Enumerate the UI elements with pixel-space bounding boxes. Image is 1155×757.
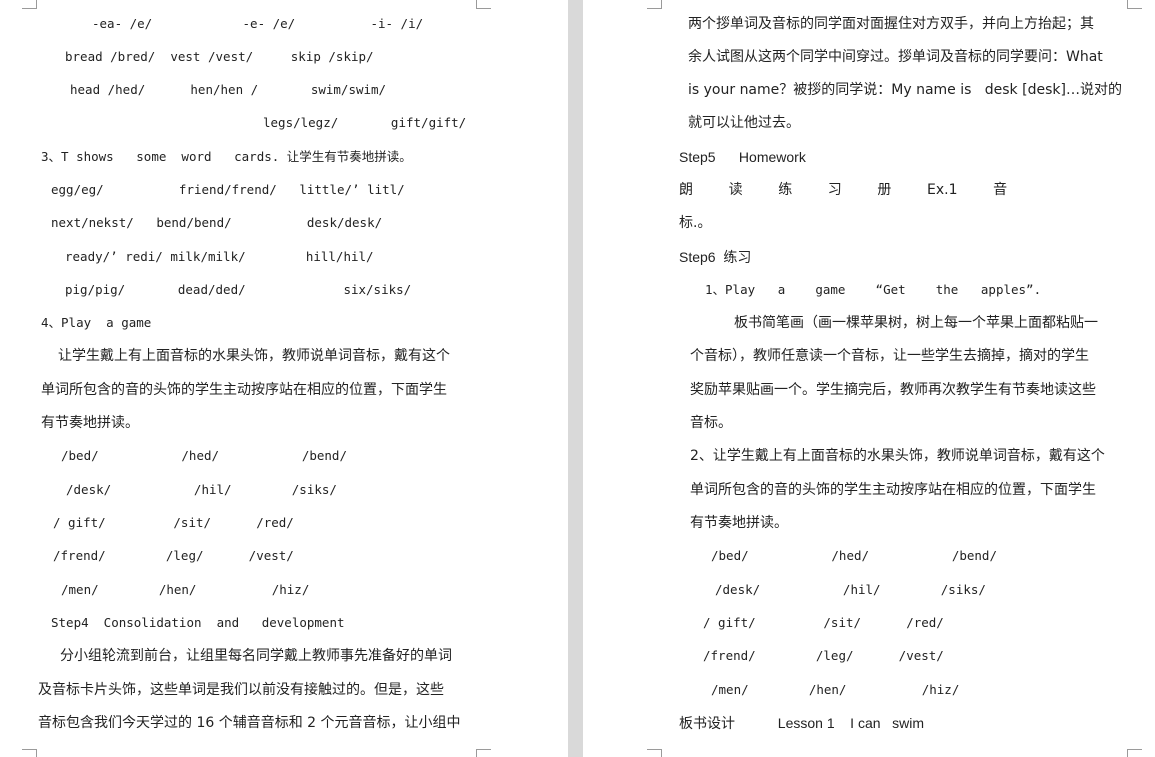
margin-corner-mark	[647, 749, 662, 757]
text-line: 朗 读 练 习 册 Ex.1 音	[679, 182, 1008, 198]
text-line: /frend/ /leg/ /vest/	[53, 548, 294, 563]
text-line: head /hed/ hen/hen / swim/swim/	[70, 82, 387, 97]
margin-corner-mark	[476, 0, 491, 9]
text-line: legs/legz/ gift/gift/	[263, 115, 467, 130]
text-line: 分小组轮流到前台，让组里每名同学戴上教师事先准备好的单词	[60, 648, 452, 664]
text-line: / gift/ /sit/ /red/	[53, 515, 294, 530]
text-line: next/nekst/ bend/bend/ desk/desk/	[51, 215, 383, 230]
text-line: 有节奏地拼读。	[41, 415, 139, 431]
text-line: 让学生戴上有上面音标的水果头饰，教师说单词音标，戴有这个	[58, 348, 450, 364]
text-line: is your name？被拶的同学说：My name is desk [des…	[688, 82, 1122, 98]
section-heading: 4、Play a game	[41, 315, 152, 330]
margin-corner-mark	[1127, 749, 1142, 757]
text-line: /bed/ /hed/ /bend/	[711, 548, 997, 563]
text-line: /bed/ /hed/ /bend/	[61, 448, 347, 463]
text-line: /men/ /hen/ /hiz/	[711, 682, 960, 697]
text-line: 两个拶单词及音标的同学面对面握住对方双手，并向上方抬起；其	[688, 16, 1094, 32]
text-line: 有节奏地拼读。	[690, 515, 788, 531]
text-line: 音标包含我们今天学过的 16 个辅音音标和 2 个元音音标，让小组中	[38, 715, 461, 731]
margin-corner-mark	[647, 0, 662, 9]
text-line: 单词所包含的音的头饰的学生主动按序站在相应的位置，下面学生	[41, 382, 447, 398]
text-line: ready/’ redi/ milk/milk/ hill/hil/	[65, 249, 374, 264]
text-line: /men/ /hen/ /hiz/	[61, 582, 310, 597]
text-line: -ea- /e/ -e- /e/ -i- /i/	[92, 16, 424, 31]
text-line: bread /bred/ vest /vest/ skip /skip/	[65, 49, 374, 64]
text-line: 单词所包含的音的头饰的学生主动按序站在相应的位置，下面学生	[690, 482, 1096, 498]
document-page-right: 两个拶单词及音标的同学面对面握住对方双手，并向上方抬起；其 余人试图从这两个同学…	[583, 0, 1155, 757]
text-line: 就可以让他过去。	[688, 115, 800, 131]
text-line: /desk/ /hil/ /siks/	[66, 482, 337, 497]
text-line: 及音标卡片头饰，这些单词是我们以前没有接触过的。但是，这些	[38, 682, 444, 698]
text-line: /desk/ /hil/ /siks/	[715, 582, 986, 597]
text-line: 音标。	[690, 415, 732, 431]
section-heading: Step5 Homework	[679, 149, 806, 165]
margin-corner-mark	[22, 0, 37, 9]
margin-corner-mark	[22, 749, 37, 757]
text-line: 1、Play a game “Get the apples”.	[705, 282, 1042, 297]
text-line: 奖励苹果贴画一个。学生摘完后，教师再次教学生有节奏地读这些	[690, 382, 1096, 398]
text-line: 个音标），教师任意读一个音标，让一些学生去摘掉，摘对的学生	[690, 348, 1089, 364]
document-page-left: -ea- /e/ -e- /e/ -i- /i/ bread /bred/ ve…	[0, 0, 568, 757]
text-line: / gift/ /sit/ /red/	[703, 615, 944, 630]
text-line: pig/pig/ dead/ded/ six/siks/	[65, 282, 412, 297]
text-line: egg/eg/ friend/frend/ little/’ litl/	[51, 182, 405, 197]
text-line: 标.。	[679, 215, 712, 231]
section-heading: Step4 Consolidation and development	[51, 615, 345, 630]
text-line: 板书设计 Lesson 1 I can swim	[679, 715, 925, 731]
text-line: 余人试图从这两个同学中间穿过。拶单词及音标的同学要问：What	[688, 49, 1103, 65]
margin-corner-mark	[476, 749, 491, 757]
margin-corner-mark	[1127, 0, 1142, 9]
text-line: 2、让学生戴上有上面音标的水果头饰，教师说单词音标，戴有这个	[690, 448, 1105, 464]
text-line: 板书简笔画（画一棵苹果树，树上每一个苹果上面都粘贴一	[734, 315, 1098, 331]
text-line: /frend/ /leg/ /vest/	[703, 648, 944, 663]
text-line: 3、T shows some word cards. 让学生有节奏地拼读。	[41, 149, 412, 164]
section-heading: Step6 练习	[679, 249, 752, 265]
